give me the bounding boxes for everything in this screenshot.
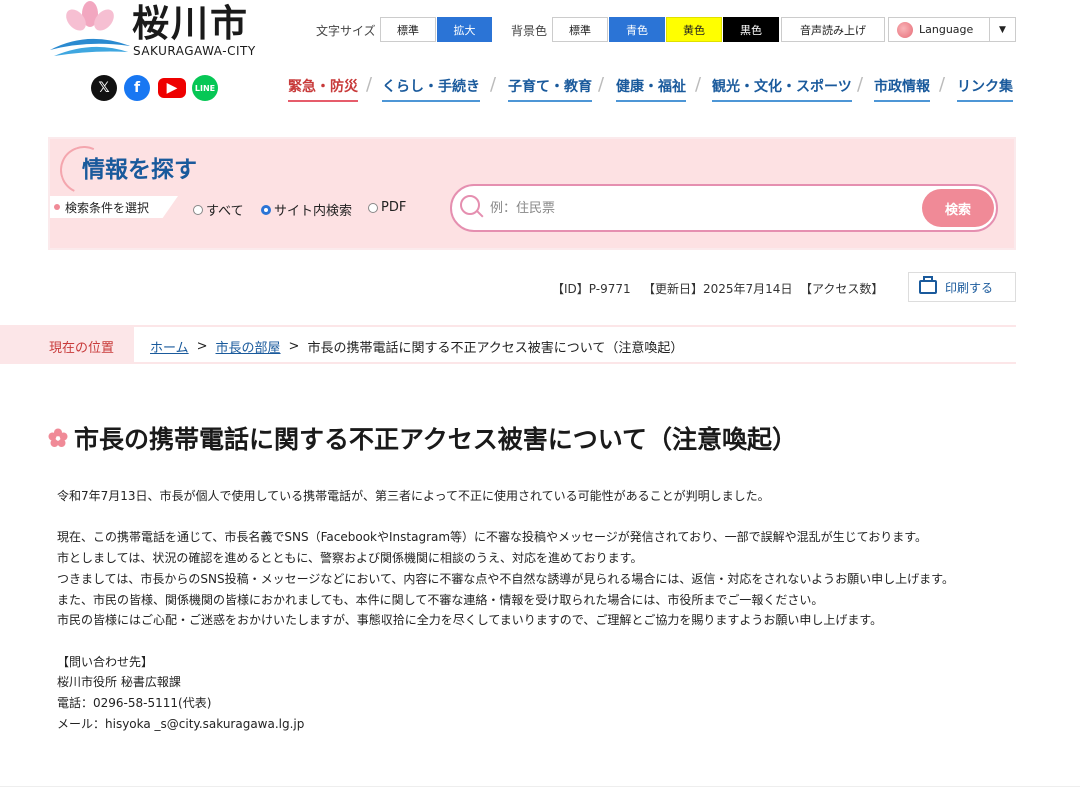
bg-yellow-button[interactable]: 黄色	[666, 17, 722, 42]
search-button[interactable]: 検索	[922, 189, 994, 227]
print-button[interactable]: 印刷する	[908, 272, 1016, 302]
bg-standard-button[interactable]: 標準	[552, 17, 608, 42]
language-label: Language	[919, 23, 974, 36]
nav-tourism[interactable]: 観光・文化・スポーツ	[712, 76, 852, 102]
globe-icon	[897, 21, 913, 38]
sakura-icon	[48, 428, 68, 447]
page-title-text: 市長の携帯電話に関する不正アクセス被害について（注意喚起）	[74, 425, 798, 454]
search-condition-text: 検索条件を選択	[65, 200, 150, 215]
radio-label: すべて	[206, 204, 244, 219]
radio-label: PDF	[381, 200, 407, 215]
contact-heading: 【問い合わせ先】	[57, 654, 154, 669]
search-input[interactable]	[488, 193, 912, 223]
font-size-label: 文字サイズ	[316, 24, 376, 38]
access-count: 【アクセス数】	[800, 282, 884, 296]
breadcrumb-mayor-room[interactable]: 市長の部屋	[216, 337, 281, 356]
bg-blue-button[interactable]: 青色	[609, 17, 665, 42]
logo-title: 桜川市	[132, 2, 249, 45]
breadcrumb-home[interactable]: ホーム	[150, 337, 189, 356]
search-condition-label: 検索条件を選択	[50, 196, 178, 218]
nav-separator: /	[695, 74, 702, 95]
radio-site-search[interactable]: サイト内検索	[261, 200, 352, 219]
bg-black-button[interactable]: 黒色	[723, 17, 779, 42]
nav-city-info[interactable]: 市政情報	[874, 76, 930, 102]
breadcrumb-current: 市長の携帯電話に関する不正アクセス被害について（注意喚起）	[307, 341, 684, 356]
font-size-large-button[interactable]: 拡大	[437, 17, 492, 42]
updated-date: 【更新日】2025年7月14日	[643, 282, 793, 296]
breadcrumb: ホーム > 市長の部屋 > 市長の携帯電話に関する不正アクセス被害について（注意…	[150, 337, 683, 356]
sakura-logo-icon	[50, 1, 130, 56]
contact-tel: 電話：0296-58-5111(代表)	[57, 696, 212, 710]
nav-separator: /	[366, 74, 373, 95]
radio-all[interactable]: すべて	[193, 200, 244, 219]
nav-emergency[interactable]: 緊急・防災	[288, 76, 358, 102]
nav-separator: /	[939, 74, 946, 95]
divider	[0, 786, 1080, 787]
nav-separator: /	[857, 74, 864, 95]
radio-label: サイト内検索	[274, 204, 353, 219]
article-body: 令和7年7月13日、市長が個人で使用している携帯電話が、第三者によって不正に使用…	[57, 486, 1007, 734]
page-title: 市長の携帯電話に関する不正アクセス被害について（注意喚起）	[48, 420, 797, 456]
paragraph: 令和7年7月13日、市長が個人で使用している携帯電話が、第三者によって不正に使用…	[57, 489, 770, 503]
nav-education[interactable]: 子育て・教育	[508, 76, 592, 102]
line-icon[interactable]: LINE	[192, 75, 218, 101]
nav-health[interactable]: 健康・福祉	[616, 76, 686, 102]
printer-icon	[919, 276, 937, 294]
bullet-icon	[54, 204, 60, 210]
facebook-icon[interactable]: f	[124, 75, 150, 101]
paragraph: 現在、この携帯電話を通じて、市長名義でSNS（FacebookやInstagra…	[57, 530, 928, 545]
breadcrumb-label: 現在の位置	[49, 341, 115, 356]
logo-subtitle: SAKURAGAWA-CITY	[133, 44, 256, 58]
paragraph: つきましては、市長からのSNS投稿・メッセージなどにおいて、内容に不審な点や不自…	[57, 571, 954, 586]
paragraph: 市としましては、状況の確認を進めるとともに、警察および関係機関に相談のうえ、対応…	[57, 551, 643, 566]
youtube-icon[interactable]: ▶	[158, 78, 186, 98]
contact-mail: メール：hisyoka _s@city.sakuragawa.lg.jp	[57, 716, 305, 731]
nav-living[interactable]: くらし・手続き	[382, 76, 480, 102]
chevron-down-icon[interactable]: ▼	[989, 17, 1016, 42]
radio-circle[interactable]	[193, 204, 203, 215]
search-title: 情報を探す	[82, 157, 197, 183]
paragraph: また、市民の皆様、関係機関の皆様におかれましても、本件に関して不審な連絡・情報を…	[57, 592, 824, 607]
radio-circle[interactable]	[368, 202, 378, 213]
read-aloud-button[interactable]: 音声読み上げ	[781, 17, 885, 42]
breadcrumb-separator: >	[196, 339, 208, 354]
page-id: 【ID】P-9771	[552, 282, 631, 296]
print-label: 印刷する	[945, 280, 994, 295]
breadcrumb-separator: >	[288, 339, 300, 354]
font-size-standard-button[interactable]: 標準	[380, 17, 436, 42]
nav-links[interactable]: リンク集	[957, 76, 1013, 102]
nav-separator: /	[490, 74, 497, 95]
bg-color-label: 背景色	[511, 24, 548, 38]
radio-pdf[interactable]: PDF	[368, 200, 406, 215]
x-icon[interactable]: 𝕏	[91, 75, 117, 101]
paragraph: 市民の皆様にはご心配・ご迷惑をおかけいたしますが、事態収拾に全力を尽くしてまいり…	[57, 613, 883, 628]
search-icon	[460, 195, 480, 215]
nav-separator: /	[598, 74, 605, 95]
language-select[interactable]: Language	[888, 17, 990, 42]
contact-org: 桜川市役所 秘書広報課	[57, 675, 181, 690]
radio-circle-selected[interactable]	[261, 204, 271, 215]
